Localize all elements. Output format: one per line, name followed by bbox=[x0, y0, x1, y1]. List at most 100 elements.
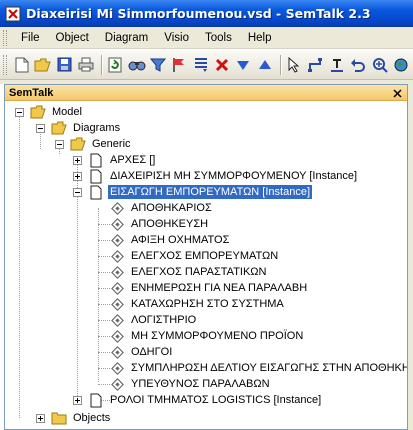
tree-label[interactable]: ΑΠΟΘΗΚΕΥΣΗ bbox=[129, 217, 210, 231]
arrow-down-icon[interactable] bbox=[234, 55, 252, 75]
diamond-icon bbox=[109, 280, 125, 296]
diamond-icon bbox=[109, 200, 125, 216]
diamond-icon bbox=[109, 296, 125, 312]
diamond-icon bbox=[109, 216, 125, 232]
tree-label[interactable]: ΡΟΛΟΙ ΤΜΗΜΑΤΟΣ LOGISTICS [Instance] bbox=[108, 393, 323, 407]
tree-node-object[interactable]: ΥΠΕΥΘΥΝΟΣ ΠΑΡΑΛΑΒΩΝ bbox=[109, 376, 272, 392]
filter-icon[interactable] bbox=[149, 55, 167, 75]
expand-toggle[interactable] bbox=[73, 171, 82, 181]
menu-file[interactable]: File bbox=[13, 28, 48, 48]
tree-label[interactable]: ΑΡΧΕΣ [] bbox=[108, 153, 157, 167]
tree-node-generic[interactable]: Generic bbox=[55, 136, 133, 152]
tree-node-page[interactable]: ΡΟΛΟΙ ΤΜΗΜΑΤΟΣ LOGISTICS [Instance] bbox=[73, 392, 323, 408]
tree-node-object[interactable]: ΚΑΤΑΧΩΡΗΣΗ ΣΤΟ ΣΥΣΤΗΜΑ bbox=[109, 296, 286, 312]
collapse-toggle[interactable] bbox=[36, 123, 45, 133]
find-icon[interactable] bbox=[128, 55, 146, 75]
diamond-icon bbox=[109, 360, 125, 376]
arrow-up-icon[interactable] bbox=[256, 55, 274, 75]
tree-label[interactable]: ΕΛΕΓΧΟΣ ΕΜΠΟΡΕΥΜΑΤΩΝ bbox=[129, 249, 280, 263]
tree-label[interactable]: Generic bbox=[90, 137, 133, 151]
menu-diagram[interactable]: Diagram bbox=[97, 28, 156, 48]
flag-icon[interactable] bbox=[170, 55, 188, 75]
collapse-toggle[interactable] bbox=[15, 107, 24, 117]
tree-label[interactable]: ΛΟΓΙΣΤΗΡΙΟ bbox=[129, 313, 198, 327]
delete-icon[interactable] bbox=[213, 55, 231, 75]
tree-node-object[interactable]: ΟΔΗΓΟΙ bbox=[109, 344, 174, 360]
tree-label[interactable]: ΟΔΗΓΟΙ bbox=[129, 345, 174, 359]
model-tree: Model Diagrams Generic ΑΡΧΕΣ [] ΔΙΑΧΕΙΡΙ… bbox=[5, 101, 407, 430]
tree-node-object[interactable]: ΛΟΓΙΣΤΗΡΙΟ bbox=[109, 312, 198, 328]
folder-open-icon bbox=[30, 104, 46, 120]
tree-node-objects[interactable]: Objects bbox=[36, 410, 112, 426]
semtalk-panel: SemTalk Model Diagrams Generic ΑΡΧΕΣ [] … bbox=[4, 84, 408, 430]
tree-node-page-selected[interactable]: ΕΙΣΑΓΩΓΗ ΕΜΠΟΡΕΥΜΑΤΩΝ [Instance] bbox=[73, 184, 313, 200]
menu-tools[interactable]: Tools bbox=[197, 28, 240, 48]
expand-toggle[interactable] bbox=[73, 155, 82, 165]
diamond-icon bbox=[109, 328, 125, 344]
pointer-icon[interactable] bbox=[285, 55, 303, 75]
tree-node-object[interactable]: ΕΝΗΜΕΡΩΣΗ ΓΙΑ ΝΕΑ ΠΑΡΑΛΑΒΗ bbox=[109, 280, 309, 296]
diamond-icon bbox=[109, 376, 125, 392]
globe-icon[interactable] bbox=[392, 55, 410, 75]
tree-label[interactable]: ΚΑΤΑΧΩΡΗΣΗ ΣΤΟ ΣΥΣΤΗΜΑ bbox=[129, 297, 286, 311]
undo-icon[interactable] bbox=[349, 55, 367, 75]
open-icon[interactable] bbox=[34, 55, 52, 75]
tree-label[interactable]: ΔΙΑΧΕΙΡΙΣΗ ΜΗ ΣΥΜΜΟΡΦΟΥΜΕΝΟΥ [Instance] bbox=[108, 169, 359, 183]
toolbar-grip[interactable] bbox=[3, 54, 7, 75]
new-icon[interactable] bbox=[13, 55, 31, 75]
tree-node-page[interactable]: ΑΡΧΕΣ [] bbox=[73, 152, 157, 168]
zoom-icon[interactable] bbox=[370, 55, 388, 75]
tree-node-object[interactable]: ΑΦΙΞΗ ΟΧΗΜΑΤΟΣ bbox=[109, 232, 231, 248]
tree-node-object[interactable]: ΕΛΕΓΧΟΣ ΕΜΠΟΡΕΥΜΑΤΩΝ bbox=[109, 248, 280, 264]
folder-open-icon bbox=[51, 120, 67, 136]
tree-label[interactable]: ΕΛΕΓΧΟΣ ΠΑΡΑΣΤΑΤΙΚΩΝ bbox=[129, 265, 268, 279]
tree-label[interactable]: ΑΠΟΘΗΚΑΡΙΟΣ bbox=[129, 201, 214, 215]
tree-line bbox=[98, 208, 99, 382]
window-title: Diaxeirisi Mi Simmorfoumenou.vsd - SemTa… bbox=[26, 6, 371, 21]
format-icon[interactable] bbox=[328, 55, 346, 75]
collapse-toggle[interactable] bbox=[73, 187, 82, 197]
menu-help[interactable]: Help bbox=[240, 28, 280, 48]
tree-node-object[interactable]: ΜΗ ΣΥΜΜΟΡΦΟΥΜΕΝΟ ΠΡΟΪΟΝ bbox=[109, 328, 305, 344]
menu-visio[interactable]: Visio bbox=[156, 28, 197, 48]
tree-node-diagrams[interactable]: Diagrams bbox=[36, 120, 122, 136]
tree-label[interactable]: Model bbox=[50, 105, 84, 119]
diamond-icon bbox=[109, 312, 125, 328]
collapse-toggle[interactable] bbox=[55, 139, 64, 149]
window-edge bbox=[408, 84, 413, 430]
app-icon[interactable] bbox=[5, 6, 21, 22]
tree-node-model[interactable]: Model bbox=[15, 104, 84, 120]
document-icon bbox=[88, 168, 104, 184]
tree-label[interactable]: ΜΗ ΣΥΜΜΟΡΦΟΥΜΕΝΟ ΠΡΟΪΟΝ bbox=[129, 329, 305, 343]
tree-node-object[interactable]: ΕΛΕΓΧΟΣ ΠΑΡΑΣΤΑΤΙΚΩΝ bbox=[109, 264, 268, 280]
tree-label[interactable]: ΕΝΗΜΕΡΩΣΗ ΓΙΑ ΝΕΑ ΠΑΡΑΛΑΒΗ bbox=[129, 281, 309, 295]
refresh-icon[interactable] bbox=[106, 55, 124, 75]
menu-bar: File Object Diagram Visio Tools Help bbox=[0, 27, 413, 49]
tree-label[interactable]: ΑΦΙΞΗ ΟΧΗΜΑΤΟΣ bbox=[129, 233, 231, 247]
connector-icon[interactable] bbox=[306, 55, 324, 75]
panel-header: SemTalk bbox=[5, 85, 407, 101]
tree-node-object[interactable]: ΣΥΜΠΛΗΡΩΣΗ ΔΕΛΤΙΟΥ ΕΙΣΑΓΩΓΗΣ ΣΤΗΝ ΑΠΟΘΗΚ… bbox=[109, 360, 407, 376]
expand-toggle[interactable] bbox=[36, 413, 45, 423]
diamond-icon bbox=[109, 232, 125, 248]
menu-object[interactable]: Object bbox=[48, 28, 97, 48]
folder-open-icon bbox=[70, 136, 86, 152]
print-icon[interactable] bbox=[77, 55, 95, 75]
list-icon[interactable] bbox=[192, 55, 210, 75]
expand-toggle[interactable] bbox=[73, 395, 82, 405]
tree-label[interactable]: Objects bbox=[71, 411, 112, 425]
save-icon[interactable] bbox=[56, 55, 74, 75]
document-icon bbox=[88, 152, 104, 168]
close-icon[interactable] bbox=[391, 87, 403, 99]
tree-label[interactable]: ΣΥΜΠΛΗΡΩΣΗ ΔΕΛΤΙΟΥ ΕΙΣΑΓΩΓΗΣ ΣΤΗΝ ΑΠΟΘΗΚ… bbox=[129, 361, 407, 375]
tree-node-page[interactable]: ΔΙΑΧΕΙΡΙΣΗ ΜΗ ΣΥΜΜΟΡΦΟΥΜΕΝΟΥ [Instance] bbox=[73, 168, 359, 184]
tree-label[interactable]: ΥΠΕΥΘΥΝΟΣ ΠΑΡΑΛΑΒΩΝ bbox=[129, 377, 272, 391]
tree-label-selected[interactable]: ΕΙΣΑΓΩΓΗ ΕΜΠΟΡΕΥΜΑΤΩΝ [Instance] bbox=[108, 185, 313, 199]
diamond-icon bbox=[109, 264, 125, 280]
toolbar-separator bbox=[279, 54, 282, 75]
document-icon bbox=[88, 392, 104, 408]
menu-grip[interactable] bbox=[3, 29, 7, 46]
tree-node-object[interactable]: ΑΠΟΘΗΚΕΥΣΗ bbox=[109, 216, 210, 232]
tree-node-object[interactable]: ΑΠΟΘΗΚΑΡΙΟΣ bbox=[109, 200, 214, 216]
tree-label[interactable]: Diagrams bbox=[71, 121, 122, 135]
